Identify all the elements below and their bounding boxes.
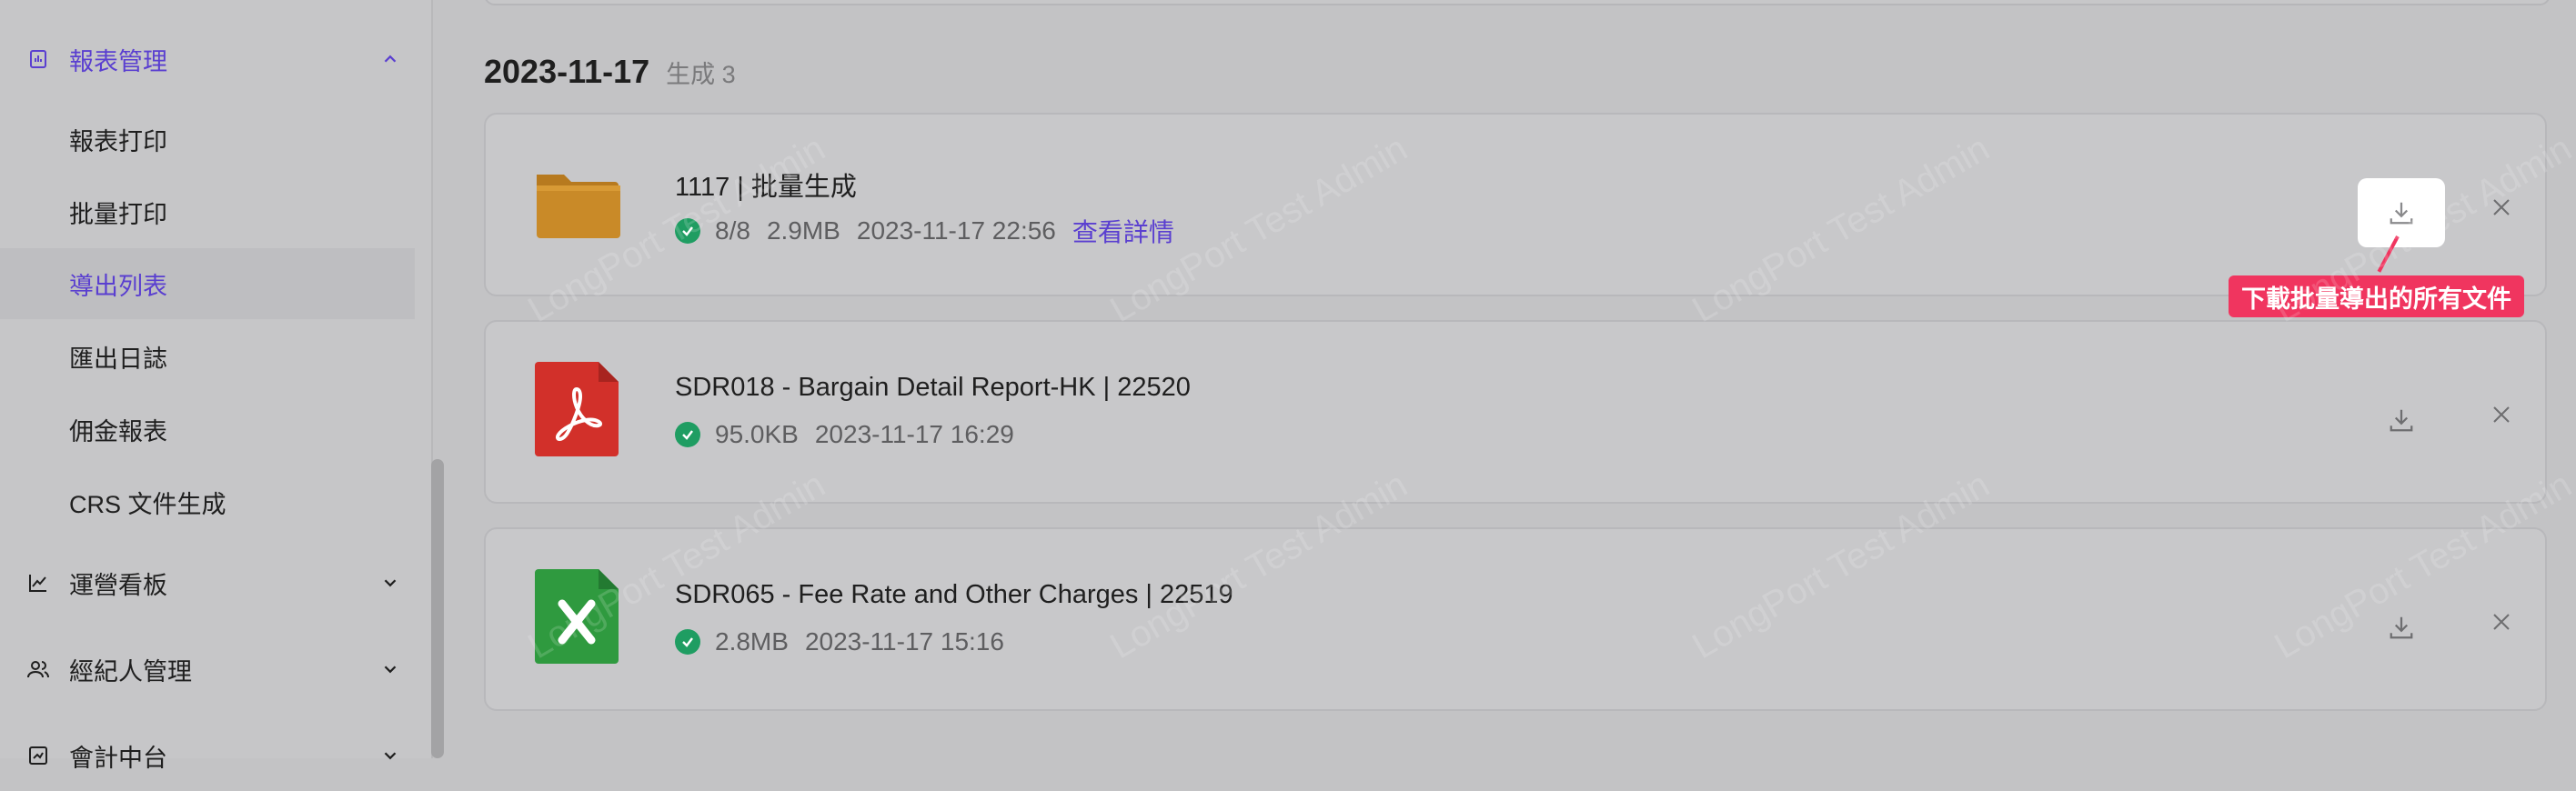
close-icon <box>2493 199 2510 215</box>
menu-accounting-label: 會計中台 <box>69 744 167 772</box>
sidebar-scrollbar[interactable] <box>431 459 444 758</box>
chevron-down-icon <box>377 656 404 683</box>
chevron-up-icon <box>377 45 404 73</box>
file-meta: 8/8 2.9MB 2023-11-17 22:56 查看詳情 <box>675 213 1174 249</box>
menu-report-management-label: 報表管理 <box>69 47 167 75</box>
close-icon <box>2493 406 2510 423</box>
file-title: SDR018 - Bargain Detail Report-HK | 2252… <box>675 373 1191 402</box>
pdf-file-icon <box>531 362 626 456</box>
menu-report-management[interactable]: 報表管理 <box>0 24 431 95</box>
sidebar-item-crs-generate[interactable]: CRS 文件生成 <box>0 466 415 537</box>
chevron-down-icon <box>377 742 404 769</box>
sidebar-item-label: 導出列表 <box>69 272 167 300</box>
download-all-button[interactable] <box>2358 178 2445 247</box>
success-check-icon <box>675 218 700 244</box>
close-icon <box>2493 614 2510 630</box>
sidebar-item-label: 佣金報表 <box>69 417 167 446</box>
file-time: 2023-11-17 15:16 <box>804 627 1004 656</box>
sidebar-item-label: 批量打印 <box>69 200 167 228</box>
download-button[interactable] <box>2358 593 2445 662</box>
download-icon <box>2390 202 2413 225</box>
menu-broker-management[interactable]: 經紀人管理 <box>0 634 431 705</box>
previous-card-edge <box>484 0 2551 5</box>
file-time: 2023-11-17 22:56 <box>856 216 1056 245</box>
success-check-icon <box>675 629 700 655</box>
group-count: 生成 3 <box>666 61 736 88</box>
excel-file-icon <box>531 569 626 664</box>
sidebar-item-export-log[interactable]: 匯出日誌 <box>0 321 415 392</box>
export-card-batch[interactable]: 1117 | 批量生成 8/8 2.9MB 2023-11-17 22:56 查… <box>484 113 2547 296</box>
download-button[interactable] <box>2358 385 2445 455</box>
sidebar-item-export-list[interactable]: 導出列表 <box>0 248 415 319</box>
sidebar-item-batch-print[interactable]: 批量打印 <box>0 176 415 247</box>
close-button[interactable] <box>2481 187 2521 227</box>
group-header: 2023-11-17 生成 3 <box>484 53 736 96</box>
file-meta: 95.0KB 2023-11-17 16:29 <box>675 420 1031 449</box>
menu-ops-dashboard-label: 運營看板 <box>69 571 167 599</box>
folder-icon <box>531 155 626 249</box>
download-all-tooltip: 下載批量導出的所有文件 <box>2229 275 2524 317</box>
export-card-pdf[interactable]: SDR018 - Bargain Detail Report-HK | 2252… <box>484 320 2547 504</box>
sidebar-item-label: CRS 文件生成 <box>69 490 226 518</box>
report-chart-icon <box>25 46 51 72</box>
file-title: SDR065 - Fee Rate and Other Charges | 22… <box>675 580 1233 609</box>
sidebar: 報表管理 報表打印 批量打印 導出列表 匯出日誌 佣金報表 CRS 文件生成 運… <box>0 0 431 772</box>
file-meta: 2.8MB 2023-11-17 15:16 <box>675 627 1021 656</box>
file-time: 2023-11-17 16:29 <box>814 420 1014 448</box>
sidebar-item-label: 匯出日誌 <box>69 345 167 373</box>
sidebar-item-report-print[interactable]: 報表打印 <box>0 104 415 175</box>
close-button[interactable] <box>2481 395 2521 435</box>
file-size: 2.8MB <box>715 627 789 656</box>
ledger-icon <box>25 743 51 768</box>
users-icon <box>25 656 51 682</box>
download-icon <box>2390 409 2413 432</box>
sidebar-item-label: 報表打印 <box>69 127 167 155</box>
group-date: 2023-11-17 <box>484 53 650 90</box>
success-check-icon <box>675 422 700 447</box>
menu-broker-management-label: 經紀人管理 <box>69 657 192 686</box>
view-details-link[interactable]: 查看詳情 <box>1072 213 1174 249</box>
download-icon <box>2390 616 2413 639</box>
file-progress: 8/8 <box>715 216 750 245</box>
sidebar-item-commission-report[interactable]: 佣金報表 <box>0 394 415 465</box>
menu-ops-dashboard[interactable]: 運營看板 <box>0 547 431 618</box>
file-title: 1117 | 批量生成 <box>675 173 857 202</box>
line-chart-icon <box>25 570 51 596</box>
close-button[interactable] <box>2481 602 2521 642</box>
file-size: 2.9MB <box>766 216 840 245</box>
menu-accounting[interactable]: 會計中台 <box>0 720 431 791</box>
chevron-down-icon <box>377 569 404 596</box>
file-size: 95.0KB <box>715 420 799 448</box>
export-card-excel[interactable]: SDR065 - Fee Rate and Other Charges | 22… <box>484 527 2547 711</box>
